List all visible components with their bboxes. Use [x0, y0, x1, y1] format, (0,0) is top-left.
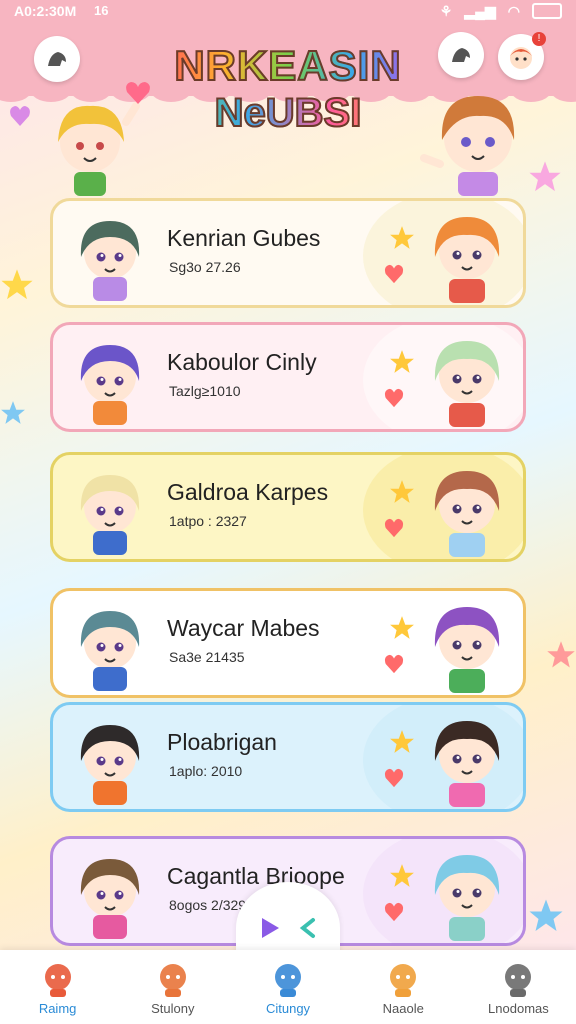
- heart-icon: [384, 264, 404, 284]
- character-card[interactable]: Ploabrigan 1aplo: 2010: [50, 702, 526, 812]
- character-avatar: [434, 855, 500, 941]
- app-badge: 16: [94, 3, 109, 18]
- battery-icon: [532, 3, 562, 19]
- rewind-icon[interactable]: [295, 916, 317, 940]
- heart-icon: [384, 654, 404, 674]
- character-meta: 1atpo : 2327: [169, 513, 247, 529]
- character-icon: [275, 964, 301, 997]
- star-icon: [390, 480, 414, 503]
- status-bar: A0:2:30M ⚘ ▂▄▆ ◠: [0, 0, 576, 22]
- wifi-icon: ◠: [507, 2, 520, 19]
- nav-label: Stulony: [151, 1001, 195, 1016]
- character-name: Kaboulor Cinly: [167, 349, 317, 375]
- bird-icon: [48, 52, 66, 66]
- star-icon: [1, 401, 25, 424]
- bird-icon: [452, 48, 470, 62]
- heart-icon: [126, 82, 150, 104]
- bear-icon: [159, 964, 186, 997]
- character-avatar: [434, 341, 500, 427]
- character-card[interactable]: Kaboulor Cinly Tazlg≥1010: [50, 322, 526, 432]
- star-icon: [390, 350, 414, 373]
- logo-line-1: NRKEASIN: [160, 41, 416, 90]
- character-avatar: [80, 345, 140, 425]
- star-icon: [547, 641, 575, 668]
- bottom-navigation: Raimg Stulony Citungy Naaole Lnodomas: [0, 950, 576, 1024]
- character-meta: Tazlg≥1010: [169, 383, 241, 399]
- play-icon[interactable]: [259, 916, 281, 940]
- character-meta: Sa3e 21435: [169, 649, 245, 665]
- star-icon: [390, 730, 414, 753]
- avatar-icon: [510, 47, 532, 69]
- star-icon: [390, 226, 414, 249]
- character-avatar: [80, 611, 140, 691]
- character-avatar: [434, 217, 500, 303]
- character-name: Kenrian Gubes: [167, 225, 321, 251]
- character-avatar: [434, 607, 500, 693]
- heart-icon: [384, 518, 404, 538]
- menu-button[interactable]: [438, 32, 484, 78]
- nav-label: Naaole: [382, 1001, 424, 1016]
- star-icon: [529, 899, 563, 931]
- character-card[interactable]: Waycar Mabes Sa3e 21435: [50, 588, 526, 698]
- character-avatar: [80, 221, 140, 301]
- character-name: Cagantla Brioope: [167, 863, 345, 889]
- play-tile-icon: [505, 964, 532, 997]
- app-logo: NRKEASIN NeUBSI: [160, 41, 416, 162]
- character-card[interactable]: Kenrian Gubes Sg3o 27.26: [50, 198, 526, 308]
- star-icon: [529, 161, 561, 192]
- character-meta: Sg3o 27.26: [169, 259, 241, 275]
- back-button[interactable]: [34, 36, 80, 82]
- header-character-right: [420, 96, 515, 196]
- status-time: A0:2:30M: [14, 3, 77, 19]
- mute-icon: ⚘: [439, 2, 453, 19]
- nav-item[interactable]: Naaole: [346, 950, 461, 1024]
- character-name: Waycar Mabes: [167, 615, 320, 641]
- heart-icon: [10, 106, 30, 126]
- signal-icon: ▂▄▆: [464, 2, 496, 19]
- header-character-left: [58, 102, 140, 196]
- girl-icon: [390, 964, 417, 997]
- nav-item[interactable]: Lnodomas: [461, 950, 576, 1024]
- character-avatar: [434, 721, 500, 807]
- nav-label: Citungy: [265, 1001, 311, 1016]
- character-name: Galdroa Karpes: [167, 479, 329, 505]
- character-card[interactable]: Galdroa Karpes 1atpo : 2327: [50, 452, 526, 562]
- bell-icon: [44, 964, 71, 997]
- profile-button[interactable]: !: [498, 32, 546, 80]
- character-avatar: [80, 475, 140, 555]
- character-name: Ploabrigan: [167, 729, 277, 755]
- nav-label: Raimg: [38, 1001, 77, 1016]
- star-icon: [1, 269, 33, 300]
- character-avatar: [80, 725, 140, 805]
- character-meta: 1aplo: 2010: [169, 763, 243, 779]
- heart-icon: [384, 388, 404, 408]
- nav-item[interactable]: Stulony: [115, 950, 230, 1024]
- nav-label: Lnodomas: [488, 1001, 549, 1016]
- star-icon: [390, 616, 414, 639]
- heart-icon: [384, 902, 404, 922]
- heart-icon: [384, 768, 404, 788]
- character-avatar: [434, 471, 500, 557]
- notification-badge: !: [532, 32, 546, 46]
- nav-item[interactable]: Raimg: [0, 950, 115, 1024]
- status-icons: ⚘ ▂▄▆ ◠: [440, 3, 562, 20]
- character-avatar: [80, 859, 140, 939]
- logo-line-2: NeUBSI: [160, 90, 416, 136]
- nav-item[interactable]: Citungy: [230, 950, 345, 1024]
- star-icon: [390, 864, 414, 887]
